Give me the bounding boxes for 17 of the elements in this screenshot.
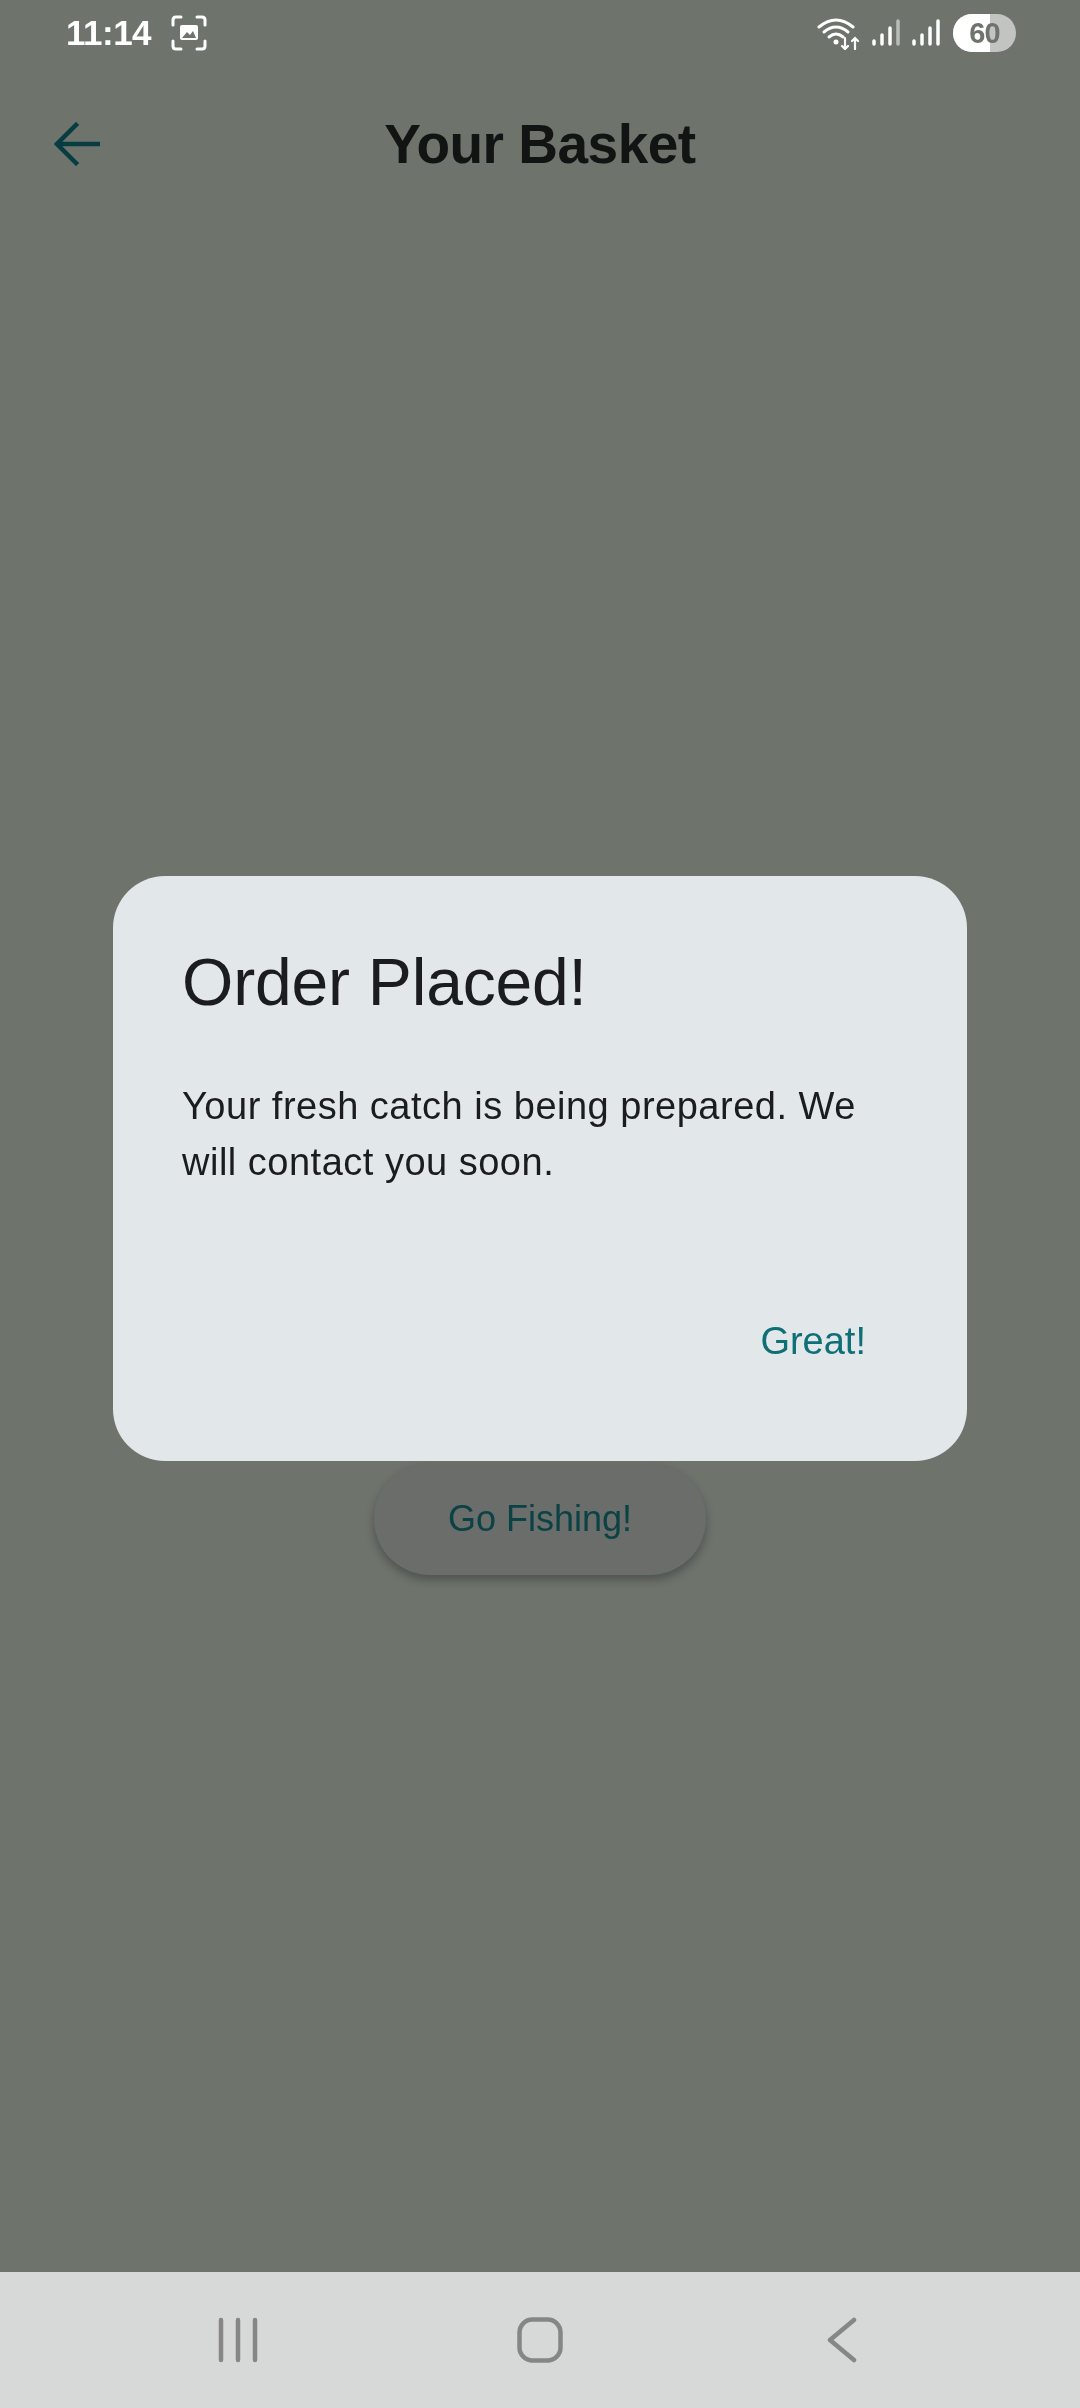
recent-apps-icon [217, 2317, 259, 2363]
screenshot-icon [171, 15, 208, 51]
dialog-message: Your fresh catch is being prepared. We will contact you soon. [182, 1084, 857, 1185]
home-button[interactable] [517, 2317, 563, 2363]
back-chevron-icon [827, 2317, 857, 2363]
battery-indicator: 60 [953, 14, 1016, 52]
page-title: Your Basket [384, 112, 696, 176]
back-arrow-icon [54, 122, 100, 166]
signal-icon [871, 18, 901, 48]
signal-icon [911, 18, 941, 48]
clock-time: 11:14 [66, 13, 152, 53]
back-nav-button[interactable] [827, 2317, 857, 2363]
dialog-title: Order Placed! [182, 944, 588, 1020]
home-icon [517, 2317, 563, 2363]
dialog-action-button[interactable]: Great! [744, 1309, 882, 1373]
wifi-icon [817, 16, 861, 50]
recent-apps-button[interactable] [217, 2317, 259, 2363]
